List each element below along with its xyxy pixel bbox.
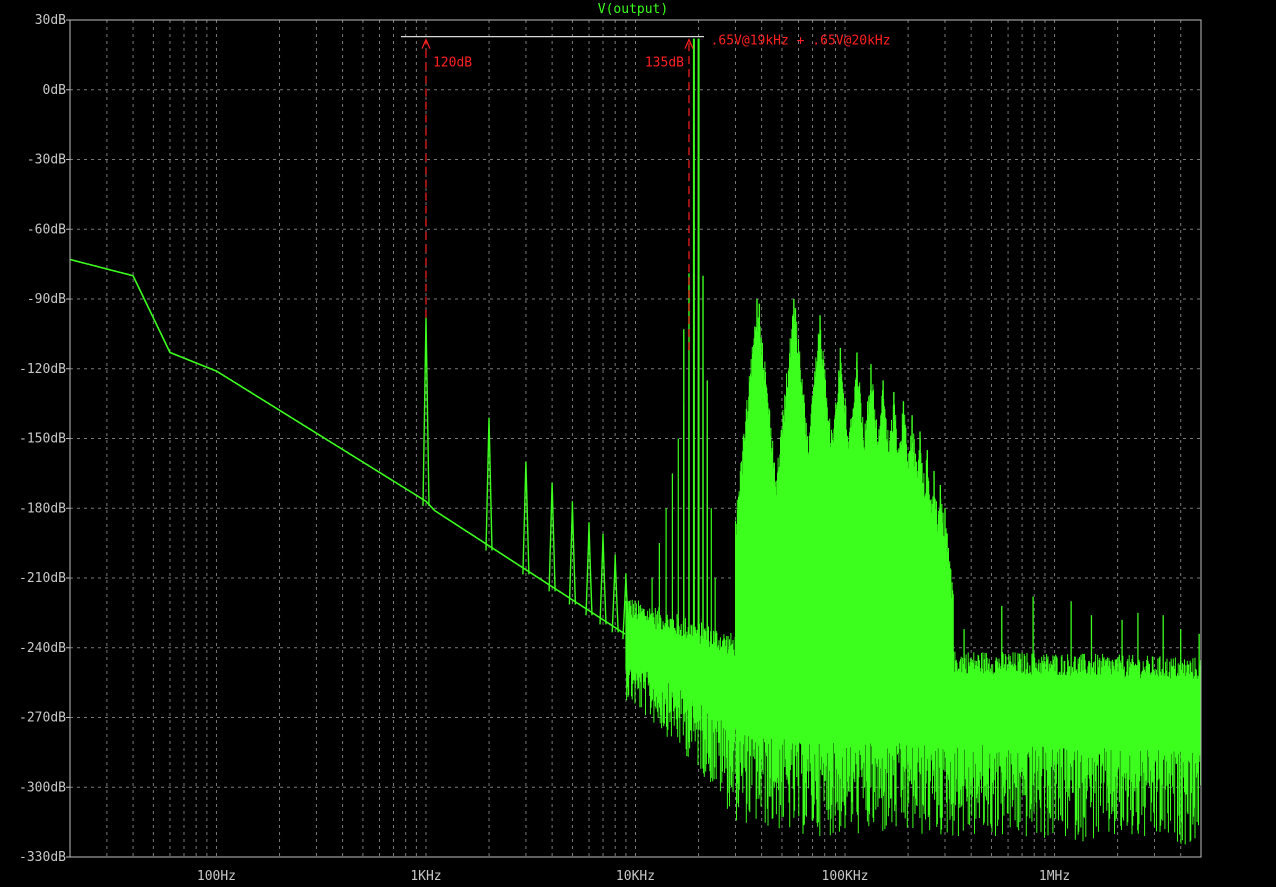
- y-tick-label: -210dB: [19, 571, 66, 586]
- chart-title: V(output): [598, 2, 668, 17]
- y-tick-label: -60dB: [27, 222, 66, 237]
- y-tick-label: 0dB: [43, 83, 67, 98]
- y-tick-label: -150dB: [19, 432, 66, 447]
- y-tick-label: -90dB: [27, 292, 66, 307]
- x-tick-label: 100Hz: [197, 869, 236, 884]
- y-tick-label: -300dB: [19, 780, 66, 795]
- y-tick-label: -240dB: [19, 641, 66, 656]
- x-tick-label: 10KHz: [616, 869, 655, 884]
- x-tick-label: 100KHz: [822, 869, 869, 884]
- carrier-label: .65V@19kHz + .65V@20kHz: [711, 34, 891, 49]
- y-tick-label: -120dB: [19, 362, 66, 377]
- x-tick-label: 1KHz: [410, 869, 441, 884]
- y-tick-label: -330dB: [19, 850, 66, 865]
- x-tick-label: 1MHz: [1039, 869, 1070, 884]
- measure-label: 120dB: [433, 56, 472, 71]
- y-tick-label: 30dB: [35, 13, 66, 28]
- y-tick-label: -180dB: [19, 501, 66, 516]
- spectrum-plot: 30dB 0dB -30dB -60dB -90dB -120dB -150dB -180dB…: [0, 0, 1276, 887]
- y-tick-label: -270dB: [19, 711, 66, 726]
- measure-label: 135dB: [645, 56, 684, 71]
- y-tick-label: -30dB: [27, 153, 66, 168]
